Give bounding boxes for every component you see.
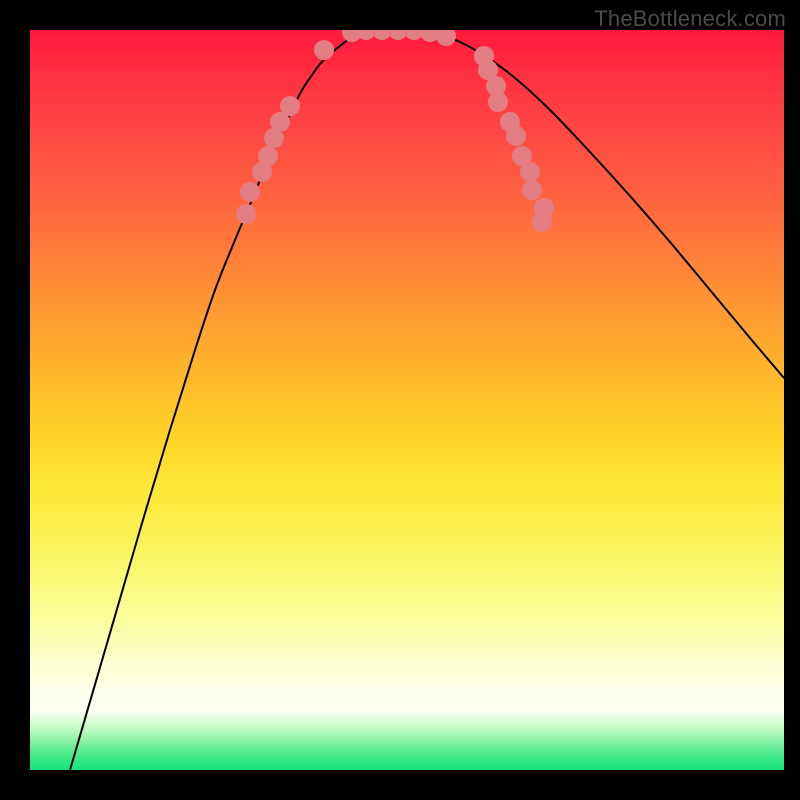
plot-area (30, 30, 784, 770)
curve-curve-right (400, 30, 784, 378)
scatter-dot (488, 92, 508, 112)
curve-curve-left (70, 30, 400, 770)
scatter-group (236, 30, 554, 232)
scatter-dot (522, 180, 542, 200)
chart-svg (30, 30, 784, 770)
scatter-dot (280, 96, 300, 116)
scatter-dot (236, 204, 256, 224)
scatter-dot (520, 162, 540, 182)
scatter-dot (314, 40, 334, 60)
scatter-dot (258, 146, 278, 166)
scatter-dot (534, 198, 554, 218)
watermark-text: TheBottleneck.com (594, 6, 786, 32)
scatter-dot (436, 30, 456, 46)
scatter-dot (240, 182, 260, 202)
chart-container: TheBottleneck.com (0, 0, 800, 800)
curve-group (70, 30, 784, 770)
scatter-dot (506, 126, 526, 146)
